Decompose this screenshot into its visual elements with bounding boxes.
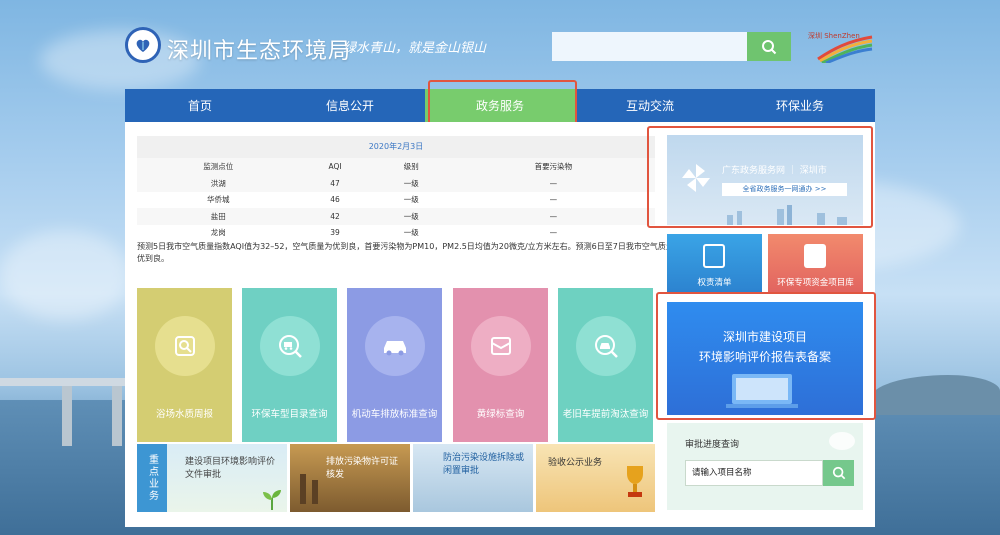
table-cell: — [549, 228, 558, 238]
table-cell: 一级 [370, 175, 452, 192]
table-row: 龙岗 39 一级 — [137, 225, 655, 242]
search-input[interactable] [552, 32, 747, 61]
magnifier-icon [154, 316, 215, 376]
table-cell: 一级 [370, 208, 452, 225]
tile-label: 老旧车提前淘汰查询 [562, 409, 649, 420]
table-cell: — [451, 175, 655, 192]
highlight-box [428, 80, 577, 128]
kb-discharge-permit[interactable]: 排放污染物许可证核发 [290, 444, 410, 512]
fund-book-icon [804, 244, 826, 268]
search-icon [762, 39, 777, 54]
label-icon [470, 316, 531, 376]
aqi-date: 2020年2月3日 [137, 136, 655, 158]
bridge-background [0, 378, 125, 386]
table-row: 华侨城 46 一级 — [137, 192, 655, 209]
nav-home[interactable]: 首页 [125, 89, 275, 122]
bridge-pier [112, 386, 122, 446]
search-icon [832, 466, 845, 480]
bridge-pier [62, 386, 72, 446]
table-row: 洪湖 47 一级 — [137, 175, 655, 192]
kb-label: 建设项目环境影响评价文件审批 [185, 457, 276, 480]
tile-label: 黄绿标查询 [476, 409, 525, 420]
project-name-input[interactable]: 请输入项目名称 [685, 460, 823, 486]
nav-interaction[interactable]: 互动交流 [575, 89, 725, 122]
table-cell: 华侨城 [207, 195, 230, 205]
slogan: 绿水青山，就是金山银山 [343, 41, 487, 56]
progress-title: 审批进度查询 [685, 440, 740, 450]
nav-info-disclosure[interactable]: 信息公开 [275, 89, 425, 122]
cloud [0, 230, 130, 320]
query-tiles: 浴场水质周报 环保车型目录查询 机动车排放标准查询 黄绿标查询 老旧车提前淘汰查… [137, 288, 655, 442]
table-cell: — [451, 208, 655, 225]
table-cell: 盐田 [137, 208, 300, 225]
kb-label: 防治污染设施拆除或闲置审批 [443, 453, 525, 476]
progress-search-button[interactable] [823, 460, 854, 486]
tile-old-vehicle[interactable]: 老旧车提前淘汰查询 [558, 288, 653, 442]
tile-eco-vehicle[interactable]: 环保车型目录查询 [242, 288, 337, 442]
header: 深圳市生态环境局 绿水青山，就是金山银山 深圳 ShenZhen [125, 25, 875, 70]
truck-search-icon [259, 316, 320, 376]
hills-background [870, 375, 1000, 415]
highlight-box [647, 126, 873, 228]
card-label: 权责清单 [697, 278, 732, 288]
aqi-forecast-text: 预测5日我市空气质量指数AQI值为32–52，空气质量为优到良，首要污染物为PM… [137, 242, 682, 263]
table-cell: 46 [330, 195, 340, 205]
site-title[interactable]: 深圳市生态环境局 [167, 33, 351, 65]
search-button[interactable] [747, 32, 791, 61]
nav-environment-business[interactable]: 环保业务 [725, 89, 875, 122]
kb-label: 验收公示业务 [548, 458, 603, 468]
car-icon [364, 316, 425, 376]
kb-label: 排放污染物许可证核发 [326, 457, 399, 480]
trophy-icon [627, 466, 643, 497]
table-cell: 42 [299, 208, 371, 225]
key-business-tag: 重点业务 [137, 444, 167, 512]
table-cell: 47 [299, 175, 371, 192]
tile-bathing-water[interactable]: 浴场水质周报 [137, 288, 232, 442]
factory-chimney-icon [300, 474, 318, 504]
key-business-tag-text: 重点业务 [146, 454, 158, 502]
car-search-icon [575, 316, 636, 376]
kb-eia-approval[interactable]: 建设项目环境影响评价文件审批 [167, 444, 287, 512]
highlight-box [656, 292, 876, 420]
leaf-heart-icon [136, 39, 150, 52]
column-header: 级别 [370, 158, 452, 175]
speech-bubble-icon [829, 432, 855, 450]
table-cell: 洪湖 [137, 175, 300, 192]
aqi-table: 监测点位 AQI 级别 首要污染物 洪湖 47 一级 — 华侨城 46 一级 —… [137, 158, 655, 241]
table-row: 盐田 42 一级 — [137, 208, 655, 225]
sprout-icon [263, 490, 281, 510]
table-cell: — [549, 195, 558, 205]
card-power-responsibility-list[interactable]: 权责清单 [667, 234, 762, 294]
approval-progress-query: 审批进度查询 请输入项目名称 [667, 423, 863, 510]
kb-pollution-facility[interactable]: 防治污染设施拆除或闲置审批 [413, 444, 533, 512]
kb-acceptance-notice[interactable]: 验收公示业务 [536, 444, 655, 512]
tile-yellow-green-label[interactable]: 黄绿标查询 [453, 288, 548, 442]
tile-label: 环保车型目录查询 [251, 409, 328, 420]
aqi-panel: 2020年2月3日 监测点位 AQI 级别 首要污染物 洪湖 47 一级 — 华… [137, 136, 655, 241]
card-special-fund[interactable]: 环保专项资金项目库 [768, 234, 863, 294]
column-header: 监测点位 [137, 158, 300, 175]
table-cell: 一级 [403, 195, 419, 205]
shenzhen-brand-logo[interactable]: 深圳 ShenZhen [808, 31, 874, 65]
tile-label: 机动车排放标准查询 [351, 409, 438, 420]
table-cell: 39 [330, 228, 340, 238]
bureau-logo[interactable] [125, 27, 161, 63]
table-cell: 一级 [403, 228, 419, 238]
key-business: 重点业务 建设项目环境影响评价文件审批 排放污染物许可证核发 防治污染设施拆除或… [137, 444, 655, 512]
column-header: AQI [299, 158, 371, 175]
column-header: 首要污染物 [451, 158, 655, 175]
table-header-row: 监测点位 AQI 级别 首要污染物 [137, 158, 655, 175]
brand-logo-text: 深圳 ShenZhen [808, 32, 860, 40]
tile-emission-standard[interactable]: 机动车排放标准查询 [347, 288, 442, 442]
card-label: 环保专项资金项目库 [777, 278, 854, 288]
table-cell: 龙岗 [210, 228, 226, 238]
tile-label: 浴场水质周报 [155, 409, 213, 420]
document-icon [703, 244, 725, 268]
